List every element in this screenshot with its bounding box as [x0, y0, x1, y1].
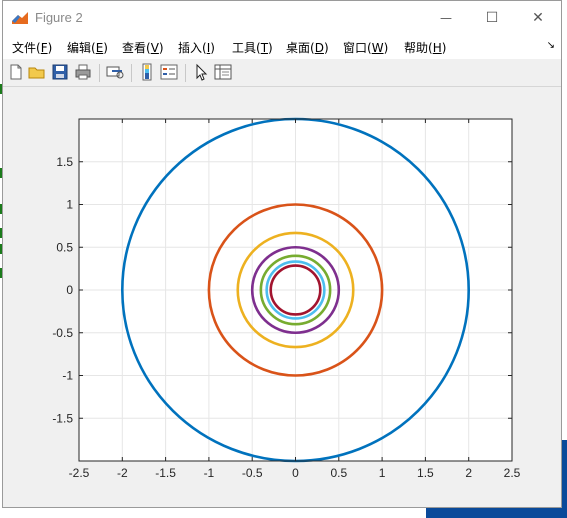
x-tick-label: -1: [204, 466, 215, 480]
menu-desktop-label: 桌面(: [286, 41, 315, 55]
toolbar-separator: [131, 64, 132, 82]
title-bar[interactable]: Figure 2 — ☐ ✕: [3, 1, 561, 35]
menu-view-label: 查看(: [122, 41, 151, 55]
menu-file[interactable]: 文件(F): [12, 39, 52, 56]
x-tick-label: 1.5: [417, 466, 434, 480]
menu-file-key: F: [40, 41, 48, 55]
background-desktop-right: [562, 440, 567, 518]
plot-figure: -2.5 -2 -1.5 -1 -0.5 0 0.5 1 1.5 2 2.5 1.5 1 0.5 0 -0.5…: [52, 117, 521, 480]
new-figure-icon[interactable]: [7, 63, 25, 81]
maximize-icon: ☐: [485, 10, 499, 26]
insert-colorbar-icon[interactable]: [138, 63, 156, 81]
y-tick-label: -1.5: [52, 411, 73, 425]
insert-legend-icon[interactable]: [160, 63, 178, 81]
x-tick-label: -2.5: [69, 466, 90, 480]
menu-edit-label: 编辑(: [67, 41, 96, 55]
menu-tools-key: T: [260, 41, 269, 55]
y-tick-label: 0.5: [56, 240, 73, 254]
menu-insert[interactable]: 插入(I): [178, 39, 215, 56]
x-tick-label: 1: [379, 466, 386, 480]
menu-help-key: H: [432, 41, 442, 55]
figure-window: Figure 2 — ☐ ✕ 文件(F) 编辑(E) 查看(V) 插入(I) 工…: [2, 0, 562, 508]
print-icon[interactable]: [74, 63, 92, 81]
y-tick-label: -1: [62, 369, 73, 383]
x-tick-label: 2: [465, 466, 472, 480]
toolbar-separator: [185, 64, 186, 82]
close-button[interactable]: ✕: [515, 1, 561, 35]
y-tick-label: 0: [66, 283, 73, 297]
menu-view[interactable]: 查看(V): [122, 39, 164, 56]
x-tick-label: -1.5: [155, 466, 176, 480]
minimize-icon: —: [440, 11, 452, 25]
menu-view-key: V: [150, 41, 159, 55]
x-tick-label: 0: [292, 466, 299, 480]
menu-desktop[interactable]: 桌面(D): [286, 39, 329, 56]
y-tick-label: 1.5: [56, 155, 73, 169]
menu-tools[interactable]: 工具(T): [232, 39, 273, 56]
matlab-icon: [11, 9, 29, 27]
menu-overflow-icon[interactable]: ↘: [547, 40, 555, 51]
menu-edit[interactable]: 编辑(E): [67, 39, 108, 56]
x-tick-label: -2: [117, 466, 128, 480]
menu-tools-suffix: ): [268, 41, 273, 55]
menu-window-key: W: [371, 41, 384, 55]
menu-desktop-key: D: [314, 41, 324, 55]
menu-window-label: 窗口(: [343, 41, 372, 55]
toolbar: [3, 59, 561, 87]
background-taskbar-strip: [426, 508, 567, 518]
minimize-button[interactable]: —: [423, 1, 469, 35]
menu-help-suffix: ): [441, 41, 447, 55]
menu-window-suffix: ): [383, 41, 389, 55]
maximize-button[interactable]: ☐: [469, 1, 515, 35]
x-tick-label: -0.5: [242, 466, 263, 480]
x-tick-label: 2.5: [504, 466, 521, 480]
menu-view-suffix: ): [158, 41, 164, 55]
open-file-icon[interactable]: [28, 63, 46, 81]
background-editor-fragment: [0, 84, 2, 278]
menu-help[interactable]: 帮助(H): [404, 39, 446, 56]
menu-file-suffix: ): [47, 41, 53, 55]
x-tick-label: 0.5: [330, 466, 347, 480]
menu-desktop-suffix: ): [323, 41, 329, 55]
menu-insert-suffix: ): [210, 41, 215, 55]
menu-file-label: 文件(: [12, 41, 41, 55]
window-title: Figure 2: [35, 10, 83, 25]
save-icon[interactable]: [51, 63, 69, 81]
menu-edit-suffix: ): [103, 41, 108, 55]
menu-tools-label: 工具(: [232, 41, 261, 55]
y-tick-label: -0.5: [52, 326, 73, 340]
menu-bar: 文件(F) 编辑(E) 查看(V) 插入(I) 工具(T) 桌面(D) 窗口(W…: [3, 35, 561, 59]
link-plot-icon[interactable]: [106, 63, 124, 81]
menu-insert-label: 插入(: [178, 41, 207, 55]
edit-plot-arrow-icon[interactable]: [192, 63, 210, 81]
property-inspector-icon[interactable]: [214, 63, 232, 81]
y-tick-label: 1: [66, 198, 73, 212]
menu-help-label: 帮助(: [404, 41, 433, 55]
menu-window[interactable]: 窗口(W): [343, 39, 388, 56]
close-icon: ✕: [532, 10, 544, 26]
toolbar-separator: [99, 64, 100, 82]
